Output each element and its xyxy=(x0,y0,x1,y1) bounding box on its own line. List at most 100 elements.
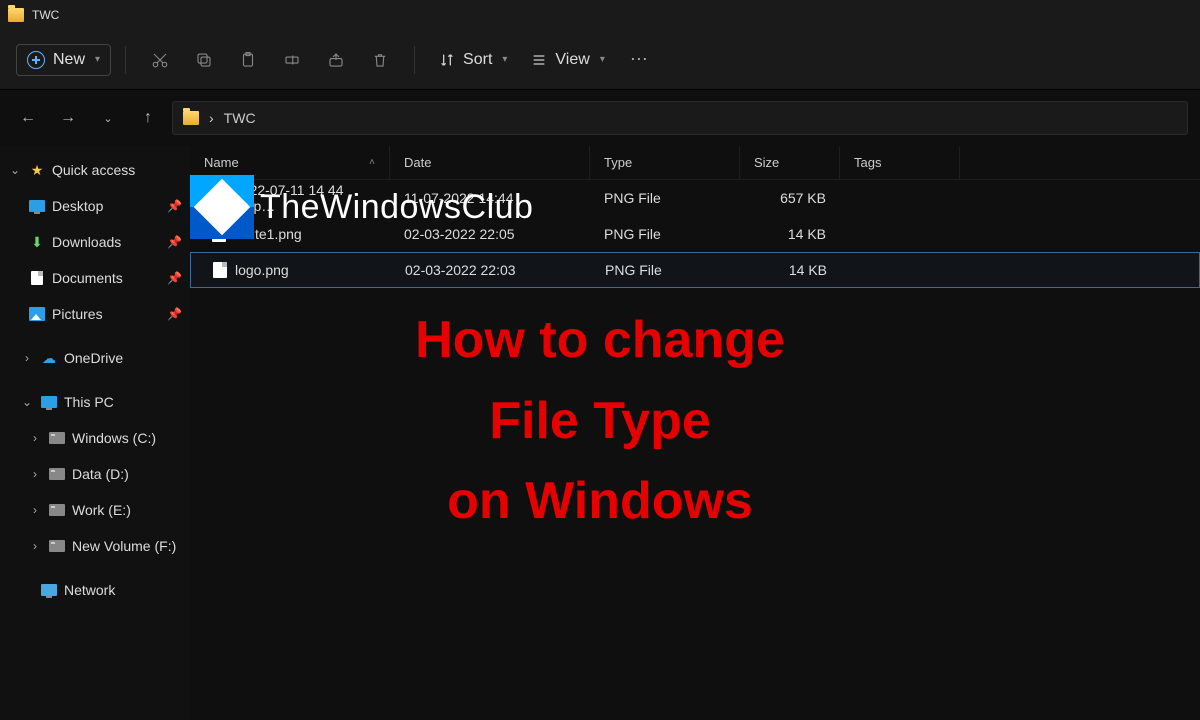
recent-button[interactable]: ⌄ xyxy=(92,102,124,134)
rename-button[interactable] xyxy=(272,40,312,80)
chevron-right-icon: › xyxy=(28,467,42,481)
file-row[interactable]: logo.png 02-03-2022 22:03 PNG File 14 KB xyxy=(190,252,1200,288)
network-icon xyxy=(40,581,58,599)
chevron-right-icon: › xyxy=(20,351,34,365)
more-button[interactable]: ⋯ xyxy=(619,40,659,80)
drive-icon xyxy=(48,465,66,483)
content-pane: Name˄ Date Type Size Tags 2022-07-11 14 … xyxy=(190,146,1200,720)
file-date: 11-07-2022 14:44 xyxy=(390,190,590,206)
chevron-right-icon: › xyxy=(28,503,42,517)
file-row[interactable]: white1.png 02-03-2022 22:05 PNG File 14 … xyxy=(190,216,1200,252)
separator xyxy=(125,46,126,74)
sidebar-pictures[interactable]: Pictures 📌 xyxy=(0,296,190,332)
file-name: 2022-07-11 14 44 19.p… xyxy=(234,182,376,214)
col-type[interactable]: Type xyxy=(590,146,740,179)
chevron-down-icon: ⌄ xyxy=(8,163,22,177)
sidebar-item-label: Work (E:) xyxy=(72,502,131,518)
nav-row: ← → ⌄ ↑ › TWC xyxy=(0,90,1200,146)
chevron-down-icon: ⌄ xyxy=(20,395,34,409)
sort-icon xyxy=(439,52,455,68)
file-icon xyxy=(213,262,227,278)
sidebar-item-label: Pictures xyxy=(52,306,103,322)
col-size[interactable]: Size xyxy=(740,146,840,179)
file-row[interactable]: 2022-07-11 14 44 19.p… 11-07-2022 14:44 … xyxy=(190,180,1200,216)
breadcrumb-sep: › xyxy=(209,110,214,126)
file-icon xyxy=(212,190,226,206)
file-type: PNG File xyxy=(590,190,740,206)
back-button[interactable]: ← xyxy=(12,102,44,134)
sidebar-item-label: Data (D:) xyxy=(72,466,129,482)
view-icon xyxy=(531,52,547,68)
column-headers: Name˄ Date Type Size Tags xyxy=(190,146,1200,180)
cut-button[interactable] xyxy=(140,40,180,80)
sidebar-item-label: New Volume (F:) xyxy=(72,538,176,554)
col-name[interactable]: Name˄ xyxy=(190,146,390,179)
sidebar: ⌄ ★ Quick access Desktop 📌 ⬇ Downloads 📌… xyxy=(0,146,190,720)
sort-button[interactable]: Sort ▾ xyxy=(429,45,517,75)
pin-icon: 📌 xyxy=(167,271,182,285)
sidebar-quick-access[interactable]: ⌄ ★ Quick access xyxy=(0,152,190,188)
monitor-icon xyxy=(40,393,58,411)
sidebar-drive-d[interactable]: › Data (D:) xyxy=(0,456,190,492)
file-date: 02-03-2022 22:05 xyxy=(390,226,590,242)
sidebar-drive-e[interactable]: › Work (E:) xyxy=(0,492,190,528)
sidebar-desktop[interactable]: Desktop 📌 xyxy=(0,188,190,224)
file-name: logo.png xyxy=(235,262,289,278)
file-size: 14 KB xyxy=(741,262,841,278)
pictures-icon xyxy=(28,305,46,323)
sidebar-drive-f[interactable]: › New Volume (F:) xyxy=(0,528,190,564)
delete-button[interactable] xyxy=(360,40,400,80)
sidebar-onedrive[interactable]: › ☁ OneDrive xyxy=(0,340,190,376)
sidebar-documents[interactable]: Documents 📌 xyxy=(0,260,190,296)
folder-icon xyxy=(183,111,199,125)
toolbar: New ▾ Sort ▾ View ▾ ⋯ xyxy=(0,30,1200,90)
sidebar-item-label: Network xyxy=(64,582,115,598)
chevron-down-icon: ▾ xyxy=(600,54,605,65)
address-bar[interactable]: › TWC xyxy=(172,101,1188,135)
sort-label: Sort xyxy=(463,51,492,69)
cloud-icon: ☁ xyxy=(40,349,58,367)
sidebar-item-label: Windows (C:) xyxy=(72,430,156,446)
sidebar-network[interactable]: Network xyxy=(0,572,190,608)
drive-icon xyxy=(48,429,66,447)
copy-button[interactable] xyxy=(184,40,224,80)
file-size: 657 KB xyxy=(740,190,840,206)
pin-icon: 📌 xyxy=(167,199,182,213)
new-button[interactable]: New ▾ xyxy=(16,44,111,76)
sidebar-item-label: OneDrive xyxy=(64,350,123,366)
view-label: View xyxy=(555,51,589,69)
folder-icon xyxy=(8,8,24,22)
sidebar-downloads[interactable]: ⬇ Downloads 📌 xyxy=(0,224,190,260)
sidebar-item-label: Desktop xyxy=(52,198,103,214)
up-button[interactable]: ↑ xyxy=(132,102,164,134)
forward-button[interactable]: → xyxy=(52,102,84,134)
col-date[interactable]: Date xyxy=(390,146,590,179)
share-button[interactable] xyxy=(316,40,356,80)
paste-button[interactable] xyxy=(228,40,268,80)
sidebar-item-label: Quick access xyxy=(52,162,135,178)
plus-icon xyxy=(27,51,45,69)
chevron-right-icon: › xyxy=(28,539,42,553)
pin-icon: 📌 xyxy=(167,235,182,249)
file-name: white1.png xyxy=(234,226,302,242)
view-button[interactable]: View ▾ xyxy=(521,45,614,75)
desktop-icon xyxy=(28,197,46,215)
col-tags[interactable]: Tags xyxy=(840,146,960,179)
sidebar-drive-c[interactable]: › Windows (C:) xyxy=(0,420,190,456)
file-size: 14 KB xyxy=(740,226,840,242)
pin-icon: 📌 xyxy=(167,307,182,321)
sidebar-item-label: This PC xyxy=(64,394,114,410)
documents-icon xyxy=(28,269,46,287)
title-bar: TWC xyxy=(0,0,1200,30)
drive-icon xyxy=(48,537,66,555)
file-date: 02-03-2022 22:03 xyxy=(391,262,591,278)
file-type: PNG File xyxy=(590,226,740,242)
chevron-right-icon: › xyxy=(28,431,42,445)
sidebar-item-label: Documents xyxy=(52,270,123,286)
sidebar-item-label: Downloads xyxy=(52,234,121,250)
downloads-icon: ⬇ xyxy=(28,233,46,251)
file-type: PNG File xyxy=(591,262,741,278)
chevron-down-icon: ▾ xyxy=(95,54,100,65)
sidebar-this-pc[interactable]: ⌄ This PC xyxy=(0,384,190,420)
separator xyxy=(414,46,415,74)
